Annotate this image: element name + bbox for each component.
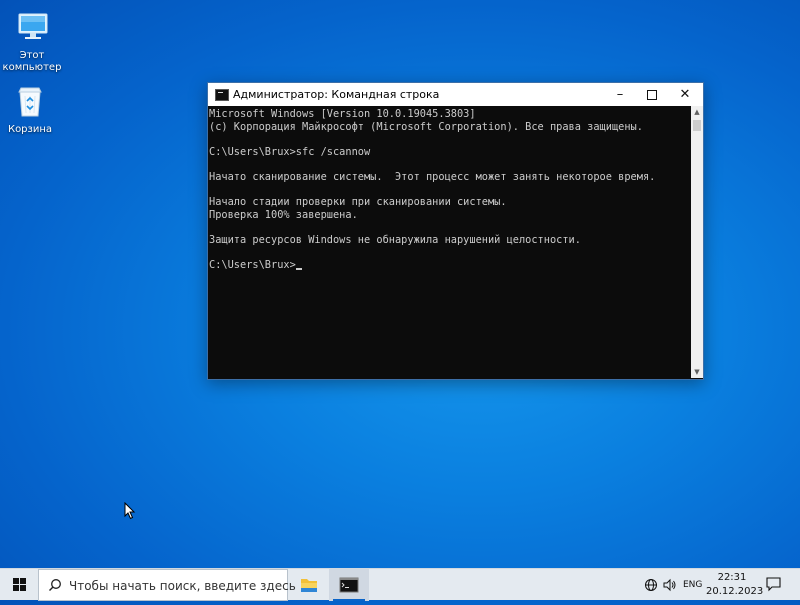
- recycle-bin-icon: [10, 82, 50, 122]
- language-indicator[interactable]: ENG: [683, 580, 702, 590]
- scroll-thumb[interactable]: [693, 120, 701, 131]
- folder-icon: [301, 579, 317, 592]
- network-globe-icon: [645, 579, 657, 591]
- windows-logo-icon: [13, 578, 26, 591]
- console-line: (c) Корпорация Майкрософт (Microsoft Cor…: [209, 120, 643, 133]
- window-title: Администратор: Командная строка: [233, 88, 440, 101]
- console-line: Начато сканирование системы. Этот процес…: [209, 170, 656, 183]
- speaker-icon: [663, 578, 676, 592]
- console-line: C:\Users\Brux>sfc /scannow: [209, 145, 371, 158]
- window-titlebar[interactable]: Администратор: Командная строка – ✕: [208, 83, 703, 106]
- console-prompt: C:\Users\Brux>: [209, 259, 296, 272]
- console-line: Microsoft Windows [Version 10.0.19045.38…: [209, 108, 476, 120]
- search-icon: [49, 579, 61, 591]
- cmd-icon: [339, 577, 359, 593]
- desktop: Этот компьютер Корзина Администратор: Ко…: [0, 0, 800, 568]
- computer-icon: [12, 8, 52, 48]
- cmd-app-icon: [215, 89, 229, 101]
- scroll-down-icon[interactable]: ▼: [691, 366, 703, 378]
- clock-time[interactable]: 22:31: [706, 572, 758, 583]
- clock-date[interactable]: 20.12.2023: [706, 586, 763, 597]
- this-pc-shortcut[interactable]: Этот компьютер: [0, 8, 64, 74]
- close-button[interactable]: ✕: [668, 83, 702, 106]
- scroll-up-icon[interactable]: ▲: [691, 106, 703, 118]
- text-caret: [295, 268, 302, 271]
- vertical-scrollbar[interactable]: ▲ ▼: [691, 106, 703, 378]
- console-prompt-line: C:\Users\Brux>: [209, 259, 691, 272]
- console-line: Проверка 100% завершена.: [209, 208, 358, 221]
- notification-center-icon[interactable]: [765, 576, 783, 592]
- console-output[interactable]: Microsoft Windows [Version 10.0.19045.38…: [208, 106, 691, 378]
- mouse-pointer-icon: [124, 501, 136, 520]
- volume-tray[interactable]: [661, 569, 679, 601]
- maximize-button[interactable]: [635, 83, 669, 106]
- taskbar-command-prompt[interactable]: [329, 569, 369, 601]
- search-placeholder: Чтобы начать поиск, введите здесь: [69, 579, 296, 593]
- start-button[interactable]: [0, 569, 38, 601]
- console-line: Начало стадии проверки при сканировании …: [209, 196, 507, 209]
- taskbar-file-explorer[interactable]: [289, 569, 329, 601]
- recycle-bin-shortcut[interactable]: Корзина: [0, 82, 62, 136]
- recycle-bin-label: Корзина: [7, 124, 53, 135]
- minimize-button[interactable]: –: [603, 83, 637, 106]
- console-line: Защита ресурсов Windows не обнаружила на…: [209, 233, 581, 246]
- taskbar: Чтобы начать поиск, введите здесь ENG 22…: [0, 568, 800, 601]
- command-prompt-window[interactable]: Администратор: Командная строка – ✕ Micr…: [207, 82, 704, 380]
- maximize-icon: [647, 89, 657, 100]
- network-tray[interactable]: [642, 569, 660, 601]
- search-box[interactable]: Чтобы начать поиск, введите здесь: [38, 569, 296, 601]
- this-pc-label: Этот компьютер: [2, 50, 62, 73]
